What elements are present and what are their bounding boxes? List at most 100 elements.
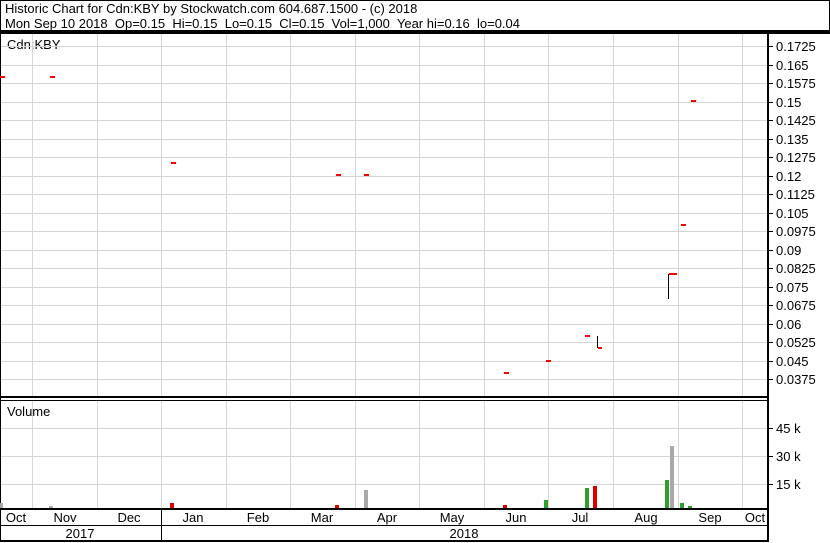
month-gridline-price xyxy=(419,34,420,396)
month-year-divider xyxy=(0,525,769,526)
volume-bar xyxy=(544,500,548,508)
quote-summary: Mon Sep 10 2018 Op=0.15 Hi=0.15 Lo=0.15 … xyxy=(5,16,520,31)
month-gridline-volume xyxy=(290,401,291,508)
month-gridline-price xyxy=(97,34,98,396)
price-axis-label: 0.15 xyxy=(776,95,802,110)
month-gridline-volume xyxy=(226,401,227,508)
month-gridline-volume xyxy=(742,401,743,508)
chart-header: Historic Chart for Cdn:KBY by Stockwatch… xyxy=(0,0,830,31)
chart-title: Historic Chart for Cdn:KBY by Stockwatch… xyxy=(5,1,418,16)
price-range-close-tick xyxy=(598,347,602,349)
plot-left-border xyxy=(0,0,1,542)
price-axis-tick xyxy=(769,268,773,269)
volume-axis-tick xyxy=(769,456,773,457)
price-close-mark xyxy=(0,76,5,78)
price-volume-separator-bottom xyxy=(0,400,769,401)
price-close-mark xyxy=(336,174,341,176)
price-axis-tick xyxy=(769,102,773,103)
month-gridline-price xyxy=(355,34,356,396)
price-axis-tick xyxy=(769,139,773,140)
price-axis-label: 0.0675 xyxy=(776,298,816,313)
price-axis-label: 0.105 xyxy=(776,206,809,221)
price-axis-label: 0.075 xyxy=(776,280,809,295)
month-gridline-volume xyxy=(484,401,485,508)
axis-bottom-border xyxy=(0,540,769,542)
price-gridline xyxy=(1,268,767,269)
month-gridline-volume xyxy=(161,401,162,508)
price-gridline xyxy=(1,176,767,177)
month-gridline-price xyxy=(742,34,743,396)
price-axis-label: 0.1275 xyxy=(776,150,816,165)
price-axis-tick xyxy=(769,379,773,380)
price-axis-tick xyxy=(769,46,773,47)
volume-gridline xyxy=(1,428,767,429)
month-label: Jan xyxy=(182,510,204,525)
price-range-close-tick xyxy=(669,273,673,275)
price-axis-label: 0.12 xyxy=(776,169,802,184)
month-gridline-volume xyxy=(548,401,549,508)
volume-bar xyxy=(688,506,692,508)
month-label: Jun xyxy=(505,510,527,525)
volume-bar xyxy=(593,486,597,508)
price-gridline xyxy=(1,102,767,103)
volume-label: Volume xyxy=(7,404,51,419)
price-axis-tick xyxy=(769,65,773,66)
price-axis-tick xyxy=(769,287,773,288)
year-label: 2018 xyxy=(449,526,479,541)
month-gridline-price xyxy=(161,34,162,396)
month-gridline-price xyxy=(613,34,614,396)
price-axis-tick xyxy=(769,250,773,251)
price-axis-label: 0.0375 xyxy=(776,372,816,387)
month-gridline-volume xyxy=(32,401,33,508)
volume-bar xyxy=(0,503,3,508)
price-gridline xyxy=(1,324,767,325)
month-gridline-price xyxy=(290,34,291,396)
volume-bar xyxy=(585,488,589,508)
month-label: Jul xyxy=(571,510,589,525)
price-axis-tick xyxy=(769,194,773,195)
month-label: Aug xyxy=(634,510,658,525)
price-gridline xyxy=(1,83,767,84)
volume-bar xyxy=(170,503,174,508)
price-axis-label: 0.1125 xyxy=(776,187,815,202)
volume-bar xyxy=(49,506,53,508)
price-range-bar xyxy=(668,274,669,299)
price-axis-tick xyxy=(769,157,773,158)
price-axis-label: 0.135 xyxy=(776,132,809,147)
month-label: May xyxy=(439,510,465,525)
price-gridline xyxy=(1,361,767,362)
price-gridline xyxy=(1,46,767,47)
price-axis-tick xyxy=(769,83,773,84)
price-axis-label: 0.0975 xyxy=(776,224,816,239)
price-axis-label: 0.1425 xyxy=(776,113,816,128)
volume-bar xyxy=(335,505,339,508)
price-axis-label: 0.045 xyxy=(776,354,809,369)
month-gridline-price xyxy=(32,34,33,396)
volume-bar xyxy=(670,446,674,508)
year-boundary-separator xyxy=(161,508,162,542)
price-axis-label: 0.165 xyxy=(776,58,809,73)
month-gridline-price xyxy=(484,34,485,396)
price-close-mark xyxy=(546,360,551,362)
month-gridline-price xyxy=(548,34,549,396)
price-gridline xyxy=(1,213,767,214)
price-axis-tick xyxy=(769,342,773,343)
price-gridline xyxy=(1,287,767,288)
price-axis-tick xyxy=(769,120,773,121)
price-axis-label: 0.0525 xyxy=(776,335,816,350)
month-gridline-volume xyxy=(97,401,98,508)
price-axis-label: 0.1725 xyxy=(776,39,816,54)
price-close-mark xyxy=(681,224,686,226)
month-label: Dec xyxy=(117,510,141,525)
price-gridline xyxy=(1,139,767,140)
month-label: Oct xyxy=(5,510,27,525)
month-gridline-volume xyxy=(355,401,356,508)
month-label: Nov xyxy=(53,510,77,525)
volume-gridline xyxy=(1,456,767,457)
price-axis-tick xyxy=(769,231,773,232)
volume-axis-label: 15 k xyxy=(776,477,801,492)
month-gridline-volume xyxy=(419,401,420,508)
price-gridline xyxy=(1,120,767,121)
volume-axis-label: 45 k xyxy=(776,421,801,436)
month-label: Oct xyxy=(744,510,766,525)
